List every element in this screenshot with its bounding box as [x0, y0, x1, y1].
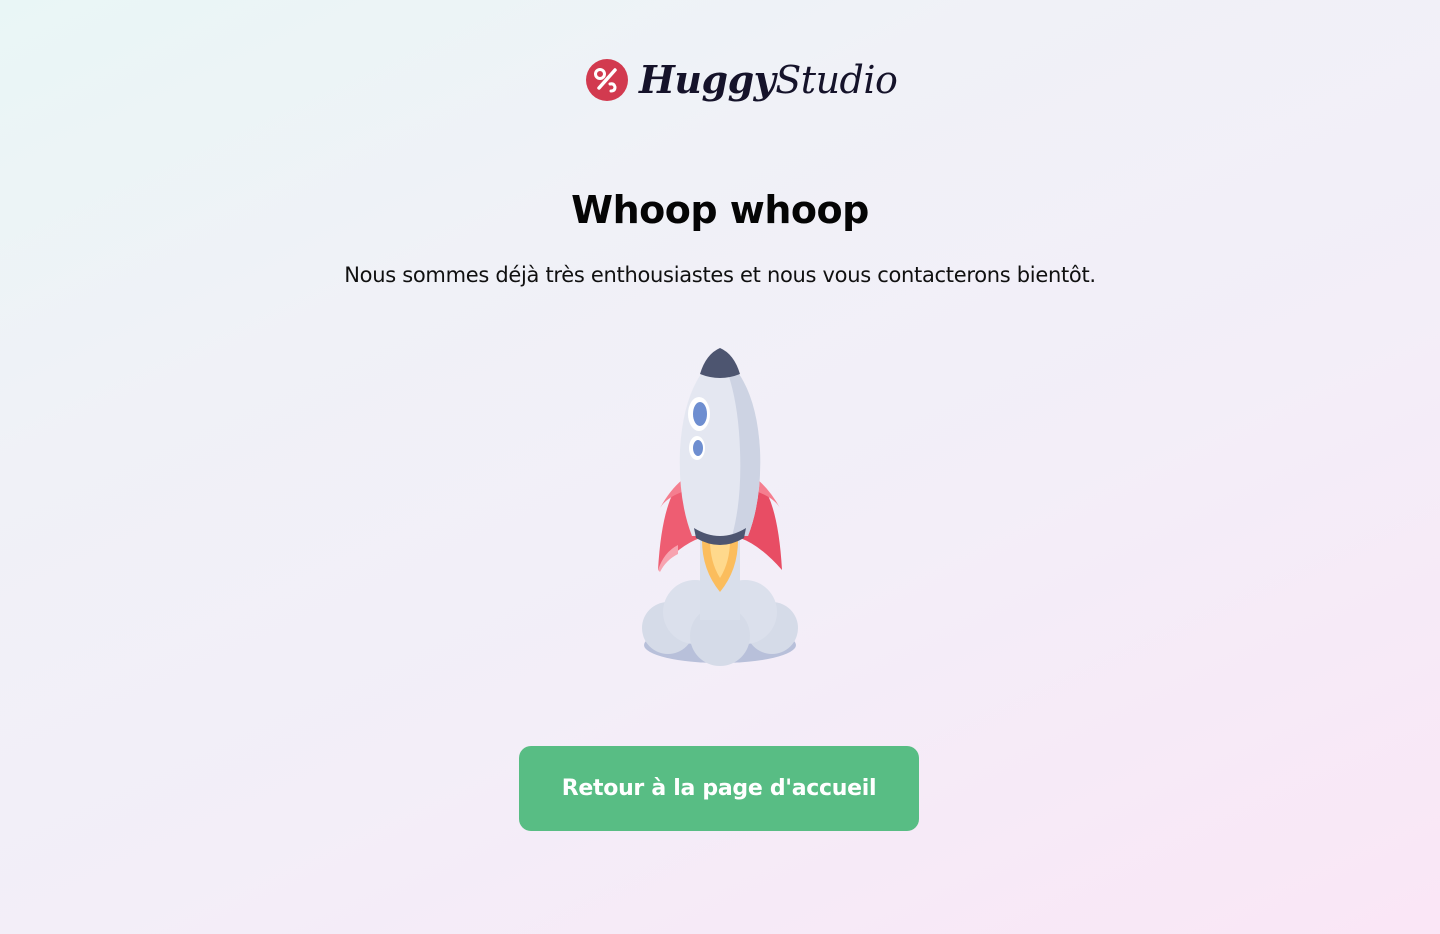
- confirmation-message: Nous sommes déjà très enthousiastes et n…: [344, 263, 1096, 287]
- rocket-icon: [642, 348, 798, 666]
- brand-wordmark: HuggyStudio: [639, 58, 898, 102]
- page-title: Whoop whoop: [571, 188, 869, 232]
- brand-name-bold: Huggy: [639, 57, 776, 102]
- huggystudio-logo-icon: [586, 59, 628, 101]
- brand-logo[interactable]: HuggyStudio: [585, 52, 898, 108]
- home-button[interactable]: Retour à la page d'accueil: [519, 746, 919, 831]
- brand-name-light: Studio: [775, 58, 898, 102]
